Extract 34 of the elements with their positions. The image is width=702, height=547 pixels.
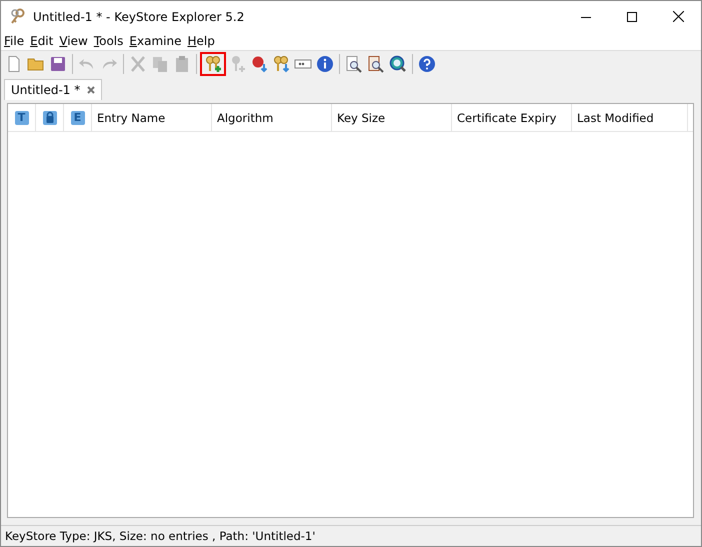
- column-header[interactable]: Entry Name: [92, 104, 212, 131]
- menu-item[interactable]: File: [4, 34, 24, 48]
- magnifier-icon: [345, 54, 363, 72]
- magnifier-icon: [389, 54, 407, 72]
- column-header[interactable]: Algorithm: [212, 104, 332, 131]
- menu-item[interactable]: View: [59, 34, 88, 48]
- help-icon: [418, 54, 436, 72]
- lock-icon: [42, 110, 56, 124]
- menu-item[interactable]: Help: [187, 34, 215, 48]
- column-header[interactable]: Last Modified: [572, 104, 688, 131]
- copy-icon: [151, 54, 169, 72]
- document-tab[interactable]: Untitled-1 *: [4, 79, 102, 100]
- window-title: Untitled-1 * - KeyStore Explorer 5.2: [33, 10, 246, 24]
- maximize-icon: [627, 12, 637, 22]
- menu-item[interactable]: Tools: [94, 34, 124, 48]
- column-type-label: T: [14, 110, 28, 124]
- menu-item[interactable]: Edit: [30, 34, 54, 48]
- column-header[interactable]: Certificate Expiry: [452, 104, 572, 131]
- menu-item[interactable]: Examine: [129, 34, 182, 48]
- info-icon: [316, 54, 334, 72]
- seal-icon: [250, 54, 268, 72]
- floppy-icon: [49, 54, 67, 72]
- column-header[interactable]: Key Size: [332, 104, 452, 131]
- keys-icon: [9, 8, 27, 26]
- status-bar: KeyStore Type: JKS, Size: no entries , Path: 'Untitled-1': [1, 525, 701, 546]
- key-pair-icon: [204, 54, 222, 72]
- keys-icon: [272, 54, 290, 72]
- toolbar-button[interactable]: [200, 52, 226, 76]
- scissors-icon: [129, 54, 147, 72]
- close-icon: [672, 11, 684, 22]
- paste-icon: [173, 54, 191, 72]
- magnifier-icon: [367, 54, 385, 72]
- close-icon[interactable]: [87, 86, 96, 94]
- column-type-label: E: [70, 110, 84, 124]
